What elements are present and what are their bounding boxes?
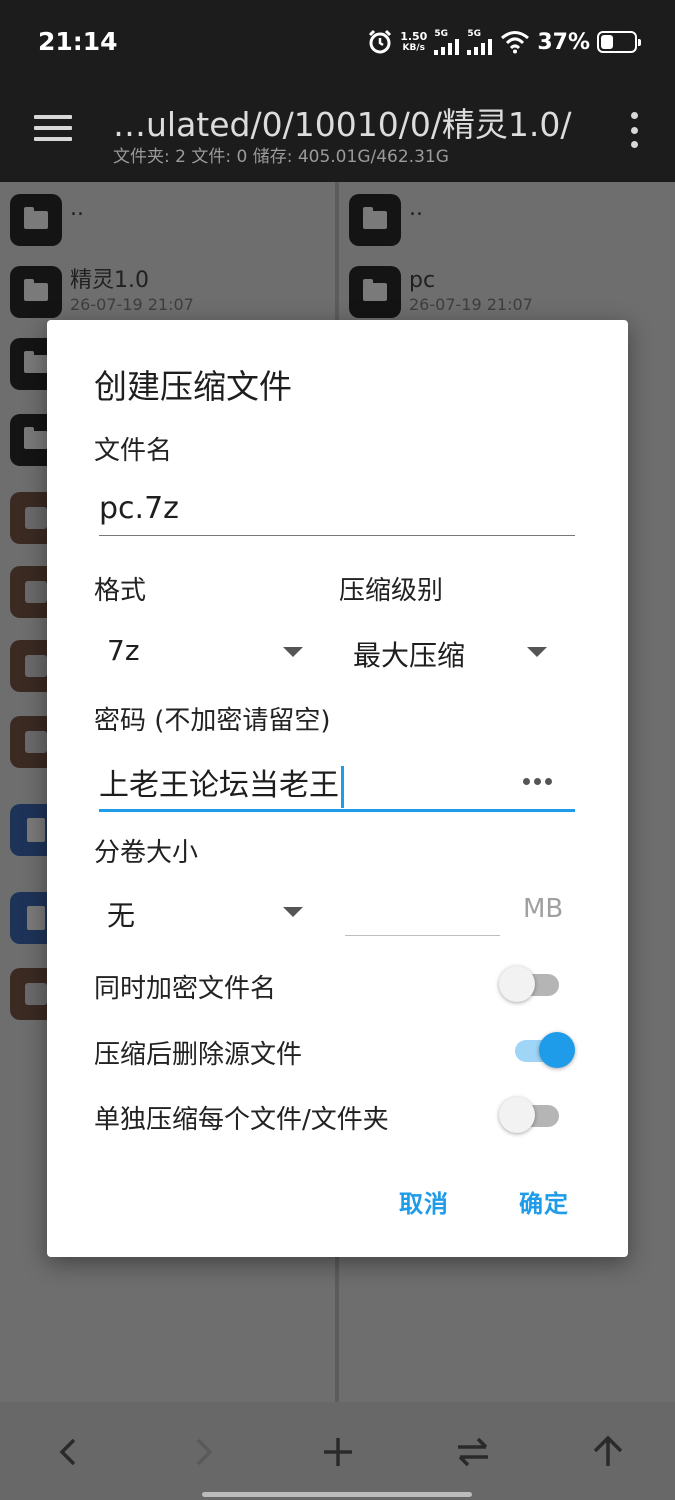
dropdown-arrow-icon (283, 907, 303, 917)
list-item[interactable]: pc 26-07-19 21:07 (349, 266, 533, 326)
level-value: 最大压缩 (353, 639, 466, 672)
more-options-icon[interactable] (629, 112, 639, 148)
swap-icon[interactable] (454, 1436, 492, 1468)
delete-source-label: 压缩后删除源文件 (94, 1040, 303, 1070)
password-value: 上老王论坛当老王 (99, 760, 344, 808)
item-date: 26-07-19 21:07 (409, 295, 533, 314)
filename-value: pc.7z (99, 491, 179, 526)
cancel-button[interactable]: 取消 (399, 1184, 449, 1219)
format-dropdown[interactable]: 7z (99, 628, 309, 674)
plus-icon[interactable] (322, 1436, 354, 1468)
folder-icon (10, 266, 62, 318)
network-speed-value: 1.50 (400, 30, 428, 43)
clock: 21:14 (38, 27, 118, 56)
item-name: 精灵1.0 (70, 268, 149, 293)
encrypt-names-label: 同时加密文件名 (94, 974, 277, 1004)
volume-size-input[interactable] (345, 888, 500, 936)
home-indicator[interactable] (202, 1492, 472, 1497)
signal-icon (467, 39, 493, 55)
item-date: 26-07-19 21:07 (70, 295, 194, 314)
list-item[interactable]: 精灵1.0 26-07-19 21:07 (10, 266, 194, 326)
alarm-icon (369, 29, 392, 54)
battery-icon (597, 31, 641, 53)
status-bar: 21:14 1.50 KB/s 5G 5G 37% (0, 0, 675, 82)
sim1-label: 5G (434, 29, 448, 39)
volume-size-dropdown[interactable]: 无 (99, 888, 309, 934)
folder-icon (10, 194, 62, 246)
item-name: pc (409, 268, 436, 293)
wifi-icon (501, 31, 530, 54)
item-name: .. (409, 196, 423, 221)
volume-size-value: 无 (107, 899, 136, 932)
sim2-label: 5G (467, 29, 481, 39)
password-label: 密码 (不加密请留空) (94, 706, 331, 736)
list-item-parent[interactable]: .. (349, 194, 423, 254)
volume-size-unit: MB (523, 894, 564, 924)
text-caret (341, 765, 344, 808)
signal-sim1: 5G (434, 29, 460, 55)
folder-icon (349, 266, 401, 318)
current-path[interactable]: …ulated/0/10010/0/精灵1.0/ (113, 98, 572, 146)
delete-source-toggle[interactable] (511, 1030, 575, 1070)
separate-archives-toggle[interactable] (499, 1095, 563, 1135)
format-label: 格式 (94, 576, 147, 606)
chevron-left-icon[interactable] (56, 1436, 80, 1468)
ok-button[interactable]: 确定 (519, 1184, 569, 1219)
network-speed: 1.50 KB/s (400, 30, 428, 54)
password-text: 上老王论坛当老王 (99, 768, 339, 803)
level-label: 压缩级别 (339, 576, 444, 606)
storage-info: 文件夹: 2 文件: 0 储存: 405.01G/462.31G (113, 147, 449, 167)
signal-icon (434, 39, 460, 55)
dialog-title: 创建压缩文件 (94, 367, 292, 406)
menu-icon[interactable] (34, 115, 72, 145)
create-archive-dialog: 创建压缩文件 文件名 pc.7z 格式 压缩级别 7z 最大压缩 密码 (不加密… (47, 320, 628, 1257)
format-value: 7z (107, 634, 140, 667)
item-name: .. (70, 196, 84, 221)
status-icons: 1.50 KB/s 5G 5G 37% (367, 26, 641, 58)
chevron-right-icon[interactable] (192, 1436, 216, 1468)
list-item-parent[interactable]: .. (10, 194, 84, 254)
filename-label: 文件名 (94, 436, 173, 466)
volume-size-label: 分卷大小 (94, 838, 199, 868)
encrypt-names-toggle[interactable] (499, 964, 563, 1004)
dropdown-arrow-icon (283, 647, 303, 657)
bottom-nav (0, 1402, 675, 1500)
arrow-up-icon[interactable] (592, 1434, 624, 1468)
network-speed-unit: KB/s (402, 43, 425, 53)
signal-sim2: 5G (467, 29, 493, 55)
level-dropdown[interactable]: 最大压缩 (345, 628, 555, 674)
password-visibility-icon[interactable] (523, 778, 552, 785)
battery-percent: 37% (537, 29, 590, 55)
separate-archives-label: 单独压缩每个文件/文件夹 (94, 1105, 389, 1135)
app-toolbar: …ulated/0/10010/0/精灵1.0/ 文件夹: 2 文件: 0 储存… (0, 82, 675, 182)
battery-level (601, 35, 613, 49)
folder-icon (349, 194, 401, 246)
dropdown-arrow-icon (527, 647, 547, 657)
